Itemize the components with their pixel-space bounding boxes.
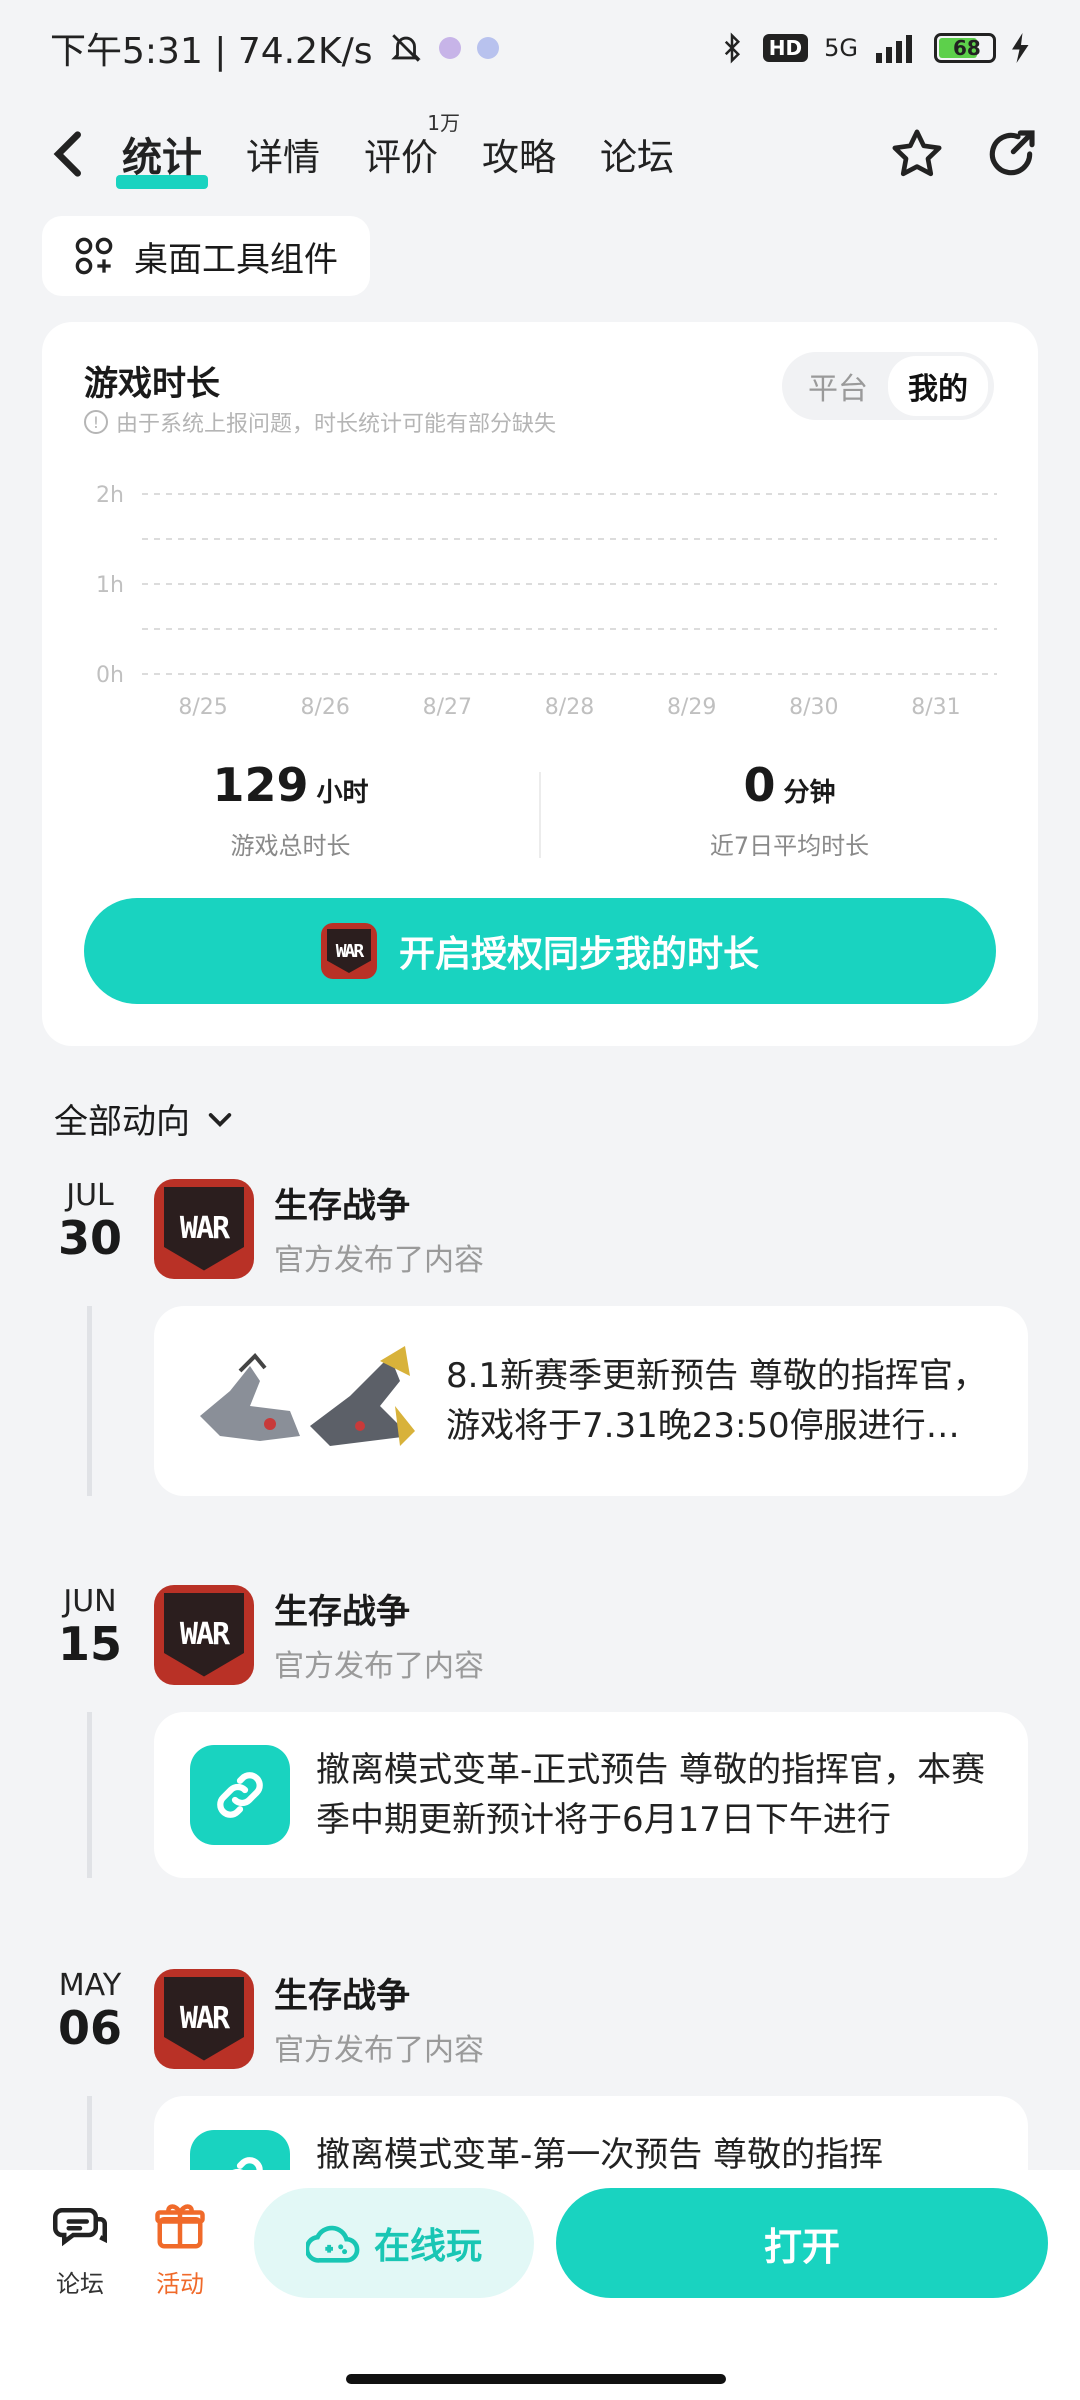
- y-tick-label: 0h: [96, 663, 124, 688]
- share-icon: [989, 130, 1035, 176]
- segment-mine[interactable]: 我的: [888, 356, 988, 416]
- hd-badge: HD: [762, 34, 809, 62]
- y-tick-label: 2h: [96, 483, 124, 508]
- charging-icon: [1012, 33, 1029, 63]
- tab-bar: 统计 详情 评价 1万 攻略 论坛: [116, 111, 674, 189]
- play-online-button[interactable]: 在线玩: [254, 2188, 534, 2298]
- cloud-gamepad-icon: [305, 2225, 360, 2263]
- segment-platform[interactable]: 平台: [788, 356, 888, 416]
- x-tick-label: 8/27: [423, 695, 472, 720]
- authorize-sync-button[interactable]: WAR 开启授权同步我的时长: [84, 898, 996, 1004]
- desktop-widget-button[interactable]: 桌面工具组件: [42, 216, 370, 296]
- total-playtime-label: 游戏总时长: [230, 832, 351, 860]
- game-logo-icon: WAR: [320, 923, 377, 979]
- notification-icon: [476, 37, 499, 59]
- favorite-button[interactable]: [888, 125, 946, 183]
- feed-date: MAY 06: [57, 1968, 122, 2055]
- chevron-down-icon: [208, 1112, 232, 1127]
- open-game-button[interactable]: 打开: [556, 2188, 1048, 2298]
- feed-date: JUN 15: [57, 1584, 122, 1671]
- tab-guides[interactable]: 攻略: [482, 121, 556, 187]
- playtime-notice: ! 由于系统上报问题，时长统计可能有部分缺失: [84, 406, 556, 438]
- bottom-action-bar: 论坛 活动 在线玩 打开: [0, 2170, 1080, 2400]
- mech-thumbnail: [200, 1346, 415, 1446]
- tab-stats[interactable]: 统计: [116, 119, 208, 189]
- back-button[interactable]: [40, 126, 96, 182]
- playtime-card: 游戏时长 ! 由于系统上报问题，时长统计可能有部分缺失 平台 我的 2h 1h 0h…: [42, 322, 1038, 1046]
- avg-playtime: 0 分钟 近7日平均时长: [541, 758, 1038, 888]
- x-tick-label: 8/31: [911, 695, 960, 720]
- activity-filter-dropdown[interactable]: 全部动向: [54, 1094, 236, 1143]
- status-bar: 下午5:31 | 74.2K/s HD 5G 68: [0, 0, 1080, 96]
- network-type: 5G: [824, 34, 858, 62]
- x-tick-label: 8/29: [667, 695, 716, 720]
- chat-bubble-icon: [53, 2208, 107, 2247]
- x-tick-label: 8/26: [301, 695, 350, 720]
- playtime-stats: 129 小时 游戏总时长 0 分钟 近7日平均时长: [42, 758, 1038, 888]
- review-count-badge: 1万: [427, 111, 460, 135]
- feed-author[interactable]: WAR 生存战争 官方发布了内容: [154, 1178, 484, 1279]
- feed-post-card[interactable]: 8.1新赛季更新预告 尊敬的指挥官， 游戏将于7.31晚23:50停服进行更新维…: [154, 1306, 1028, 1496]
- playtime-chart: 2h 1h 0h 8/25 8/26 8/27 8/28 8/29 8/30 8/31: [96, 483, 997, 720]
- forum-button[interactable]: 论坛: [52, 2198, 108, 2299]
- widget-button-label: 桌面工具组件: [134, 239, 338, 280]
- share-button[interactable]: [982, 125, 1040, 183]
- signal-icon: [876, 35, 912, 63]
- gift-icon: [155, 2204, 205, 2249]
- game-logo-icon: WAR: [154, 1968, 254, 2069]
- playtime-title: 游戏时长: [84, 364, 220, 404]
- feed-date: JUL 30: [57, 1178, 122, 1265]
- chevron-left-icon: [53, 131, 81, 177]
- y-tick-label: 1h: [96, 573, 124, 598]
- total-playtime-value: 129: [212, 758, 309, 812]
- activity-button[interactable]: 活动: [152, 2198, 208, 2299]
- total-playtime: 129 小时 游戏总时长: [42, 758, 539, 888]
- timeline-line: [87, 1306, 92, 1496]
- widget-grid-icon: [75, 237, 113, 275]
- tab-reviews[interactable]: 评价 1万: [364, 111, 460, 187]
- feed-author[interactable]: WAR 生存战争 官方发布了内容: [154, 1968, 484, 2069]
- feed-post-card[interactable]: 撤离模式变革-正式预告 尊敬的指挥官，本赛季中期更新预计将于6月17日下午进行: [154, 1712, 1028, 1878]
- link-icon: [190, 1745, 290, 1845]
- star-icon: [892, 129, 942, 177]
- avg-playtime-value: 0: [743, 758, 776, 812]
- status-time: 下午5:31 | 74.2K/s: [50, 31, 373, 72]
- feed-post-text: 撤离模式变革-正式预告 尊敬的指挥官，本赛季中期更新预计将于6月17日下午进行: [316, 1750, 986, 1840]
- x-tick-label: 8/30: [789, 695, 838, 720]
- total-playtime-unit: 小时: [316, 778, 369, 808]
- battery-icon: 68: [934, 33, 996, 63]
- game-logo-icon: WAR: [154, 1178, 254, 1279]
- tab-details[interactable]: 详情: [246, 121, 320, 187]
- home-indicator: [346, 2374, 726, 2384]
- tab-forum[interactable]: 论坛: [600, 121, 674, 187]
- feed-author[interactable]: WAR 生存战争 官方发布了内容: [154, 1584, 484, 1685]
- avg-playtime-unit: 分钟: [783, 778, 836, 808]
- notification-icon: [438, 37, 461, 59]
- source-toggle: 平台 我的: [782, 352, 994, 420]
- notice-text: 由于系统上报问题，时长统计可能有部分缺失: [116, 412, 557, 437]
- x-tick-label: 8/28: [545, 695, 594, 720]
- authorize-sync-label: 开启授权同步我的时长: [398, 934, 759, 975]
- x-tick-label: 8/25: [178, 695, 227, 720]
- info-icon: !: [84, 410, 108, 434]
- avg-playtime-label: 近7日平均时长: [709, 832, 870, 860]
- top-nav: 统计 详情 评价 1万 攻略 论坛: [0, 110, 1080, 198]
- bluetooth-icon: [724, 32, 740, 64]
- game-logo-icon: WAR: [154, 1584, 254, 1685]
- mute-bell-icon: [390, 34, 421, 62]
- timeline-line: [87, 1712, 92, 1878]
- feed-post-text: 8.1新赛季更新预告 尊敬的指挥官， 游戏将于7.31晚23:50停服进行更新维…: [446, 1356, 987, 1446]
- filter-label: 全部动向: [54, 1102, 190, 1142]
